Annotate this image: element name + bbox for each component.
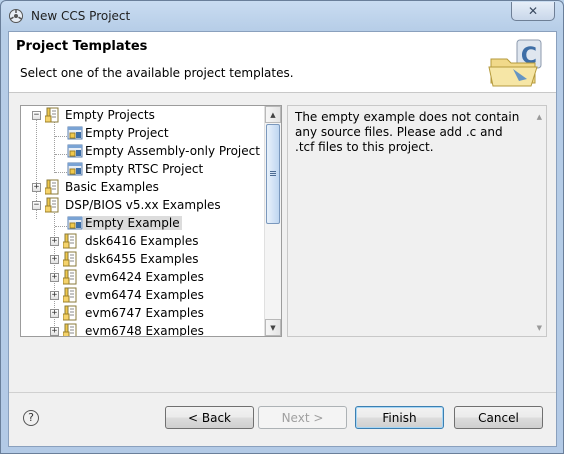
tree-item[interactable]: Empty Assembly-only Project <box>21 142 265 160</box>
project-template-icon <box>67 143 83 159</box>
tree-item-label: Empty Example <box>83 216 182 230</box>
tree-item[interactable]: + Basic Examples <box>21 178 265 196</box>
page-title: Project Templates <box>16 39 148 54</box>
button-bar-separator <box>9 392 556 393</box>
folder-icon <box>44 179 61 195</box>
tree-item[interactable]: + dsk6455 Examples <box>21 250 265 268</box>
expand-icon[interactable]: + <box>50 327 59 336</box>
tree-item[interactable]: + evm6424 Examples <box>21 268 265 286</box>
expand-icon[interactable]: + <box>50 237 59 246</box>
expand-icon[interactable]: + <box>50 291 59 300</box>
close-button[interactable]: ✕ <box>511 2 555 21</box>
tree-item-label: evm6748 Examples <box>85 324 204 337</box>
template-description-panel: The empty example does not contain any s… <box>287 105 547 337</box>
scroll-up-button[interactable]: ▲ <box>265 106 281 123</box>
project-template-icon <box>67 215 83 231</box>
tree-item-label: Empty Projects <box>65 108 155 122</box>
folder-icon <box>62 233 79 249</box>
tree-item[interactable]: + evm6747 Examples <box>21 304 265 322</box>
tree-item-label: Empty Project <box>85 126 169 140</box>
dialog-client-area: Project Templates Select one of the avai… <box>8 31 557 447</box>
tree-item[interactable]: Empty Example <box>21 214 265 232</box>
help-icon[interactable]: ? <box>23 410 39 426</box>
title-bar[interactable]: New CCS Project ✕ <box>1 1 563 31</box>
next-button[interactable]: Next > <box>258 406 347 429</box>
tree-item-label: DSP/BIOS v5.xx Examples <box>65 198 221 212</box>
project-template-icon <box>67 125 83 141</box>
arrow-down-icon: ▼ <box>536 324 542 332</box>
tree-item-label: evm6747 Examples <box>85 306 204 320</box>
thumb-grip <box>270 173 276 174</box>
finish-button[interactable]: Finish <box>355 406 444 429</box>
back-button[interactable]: < Back <box>165 406 254 429</box>
tree-item[interactable]: − DSP/BIOS v5.xx Examples <box>21 196 265 214</box>
folder-icon <box>62 269 79 285</box>
arrow-down-icon: ▼ <box>270 323 276 332</box>
tree-item-label: Empty Assembly-only Project <box>85 144 260 158</box>
expand-icon[interactable]: + <box>32 183 41 192</box>
tree-vertical-scrollbar[interactable]: ▲ ▼ <box>264 106 281 336</box>
arrow-up-icon: ▲ <box>536 113 542 121</box>
folder-icon <box>62 287 79 303</box>
expand-icon[interactable]: + <box>50 309 59 318</box>
template-description-text: The empty example does not contain any s… <box>295 110 520 154</box>
scrollbar-thumb[interactable] <box>266 124 280 224</box>
tree-item[interactable]: + evm6474 Examples <box>21 286 265 304</box>
ccs-app-icon <box>9 9 23 23</box>
cancel-button[interactable]: Cancel <box>454 406 543 429</box>
tree-item-label: dsk6416 Examples <box>85 234 199 248</box>
folder-icon <box>62 323 79 336</box>
page-description: Select one of the available project temp… <box>20 66 294 80</box>
folder-icon <box>62 251 79 267</box>
folder-icon <box>62 305 79 321</box>
window-title: New CCS Project <box>31 9 131 23</box>
tree-item-label: Empty RTSC Project <box>85 162 204 176</box>
close-icon: ✕ <box>527 4 539 18</box>
tree-item[interactable]: + evm6748 Examples <box>21 322 265 337</box>
folder-icon <box>44 107 61 123</box>
tree-item[interactable]: Empty Project <box>21 124 265 142</box>
collapse-icon[interactable]: − <box>32 111 41 120</box>
new-ccs-project-dialog: New CCS Project ✕ Project Templates Sele… <box>0 0 564 454</box>
tree-item[interactable]: Empty RTSC Project <box>21 160 265 178</box>
expand-icon[interactable]: + <box>50 255 59 264</box>
folder-icon <box>44 197 61 213</box>
wizard-banner: Project Templates Select one of the avai… <box>9 32 556 93</box>
thumb-grip <box>270 175 276 176</box>
tree-item-label: evm6424 Examples <box>85 270 204 284</box>
tree-item-label: evm6474 Examples <box>85 288 204 302</box>
expand-icon[interactable]: + <box>50 273 59 282</box>
tree-item-label: dsk6455 Examples <box>85 252 199 266</box>
thumb-grip <box>270 171 276 172</box>
project-template-icon <box>67 161 83 177</box>
tree-item[interactable]: + dsk6416 Examples <box>21 232 265 250</box>
tree-item[interactable]: − Empty Projects <box>21 106 265 124</box>
folder-with-c-icon: C <box>488 39 542 87</box>
collapse-icon[interactable]: − <box>32 201 41 210</box>
arrow-up-icon: ▲ <box>270 110 276 119</box>
tree-item-label: Basic Examples <box>65 180 159 194</box>
scroll-down-button[interactable]: ▼ <box>265 319 281 336</box>
template-tree[interactable]: − Empty Projects Empty Project Empty Assemb… <box>20 105 282 337</box>
